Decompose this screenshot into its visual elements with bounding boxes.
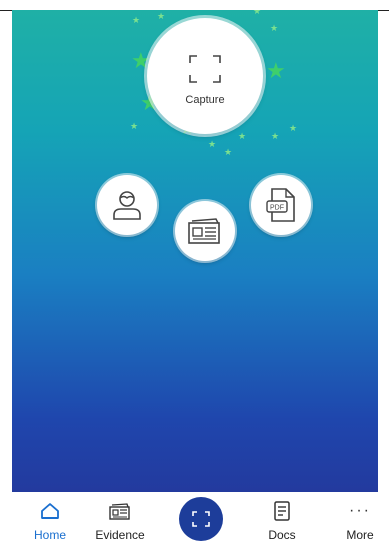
star-decoration: ★ <box>289 123 298 133</box>
hero-gradient-panel: ★ ★ ★ ★ ★ ★ ★ ★ ★ ★ ★ ★ ★ ★ ★ Capture <box>12 10 378 492</box>
docs-icon <box>274 501 290 521</box>
nav-home[interactable]: Home <box>15 492 85 544</box>
home-icon <box>41 503 59 519</box>
nav-docs[interactable]: Docs <box>247 492 317 544</box>
star-decoration: ★ <box>253 10 262 16</box>
card-icon <box>188 218 220 244</box>
pdf-icon: PDF <box>266 188 295 222</box>
evidence-icon <box>109 503 130 520</box>
star-decoration: ★ <box>270 23 279 33</box>
nav-docs-label: Docs <box>268 528 296 542</box>
capture-frame-icon <box>189 55 221 83</box>
star-decoration: ★ <box>238 131 247 141</box>
person-action-button[interactable] <box>97 175 157 235</box>
pdf-badge-text: PDF <box>270 205 284 212</box>
capture-fab-button[interactable] <box>179 497 223 541</box>
star-decoration: ★ <box>130 121 139 131</box>
nav-more[interactable]: ··· More <box>325 492 389 544</box>
star-decoration: ★ <box>132 15 141 25</box>
nav-evidence-label: Evidence <box>95 528 145 542</box>
nav-home-label: Home <box>33 528 66 542</box>
nav-evidence[interactable]: Evidence <box>85 492 155 544</box>
bottom-nav: Home Evidence Docs ··· More <box>0 492 389 544</box>
capture-button[interactable]: Capture <box>147 18 263 134</box>
scan-frame-icon <box>192 511 210 527</box>
star-decoration: ★ <box>266 58 286 83</box>
star-decoration: ★ <box>157 11 166 21</box>
pdf-action-button[interactable]: PDF <box>251 175 311 235</box>
more-dots-icon: ··· <box>349 502 371 519</box>
evidence-card-action-button[interactable] <box>175 201 235 261</box>
star-decoration: ★ <box>208 139 217 149</box>
star-decoration: ★ <box>224 147 233 157</box>
capture-label: Capture <box>185 94 225 106</box>
star-decoration: ★ <box>271 131 280 141</box>
person-icon <box>113 191 141 220</box>
nav-more-label: More <box>346 528 374 542</box>
